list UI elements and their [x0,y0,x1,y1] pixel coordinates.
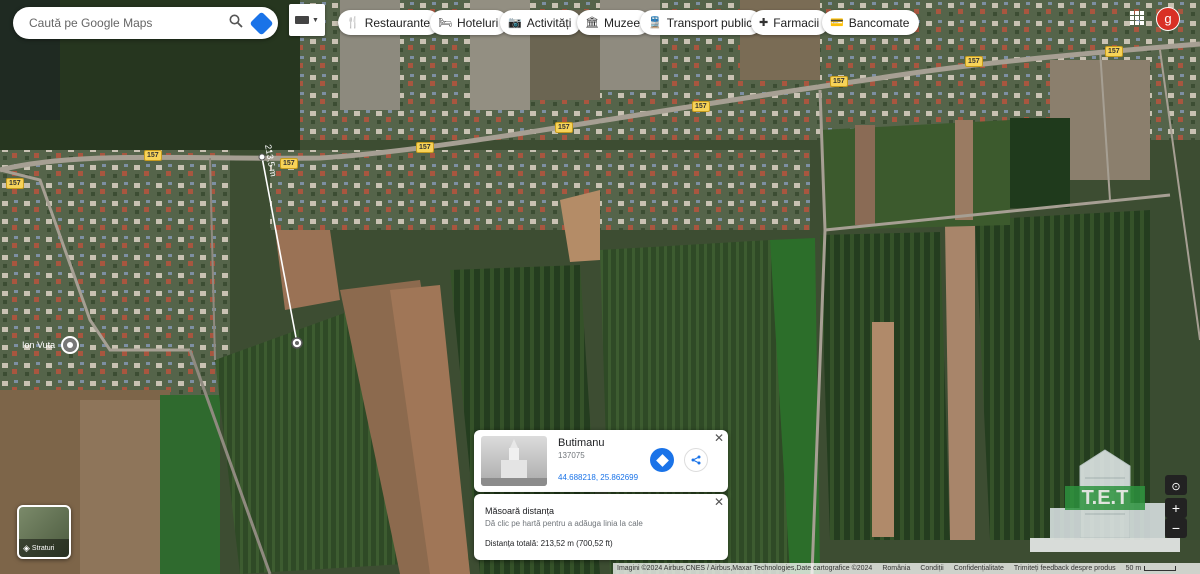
share-icon [691,455,701,465]
road-label: 157 [965,56,983,67]
road-label: 157 [830,76,848,87]
place-thumbnail[interactable] [481,436,547,486]
layers-button[interactable]: ◈ Straturi [17,505,71,559]
privacy-link[interactable]: Confidențialitate [954,565,1004,572]
road-label: 157 [555,122,573,133]
feedback-link[interactable]: Trimiteți feedback despre produs [1014,565,1116,572]
chip-hotel[interactable]: 🛏 Hoteluri [430,10,509,35]
apps-grid-icon[interactable] [1130,11,1144,25]
chip-restaurant[interactable]: 🍴 Restaurante [338,10,441,35]
atm-icon: 💳 [830,17,844,29]
account-avatar[interactable]: g [1156,7,1180,31]
terms-link[interactable]: Condiții [920,565,943,572]
input-tools-button[interactable]: ▼ [289,4,325,36]
scale-bar[interactable]: 50 m [1126,565,1177,572]
share-button[interactable] [684,448,708,472]
search-input[interactable]: Caută pe Google Maps [29,16,229,30]
close-icon[interactable]: ✕ [714,495,724,509]
keyboard-icon [295,16,310,24]
scale-label: 50 m [1125,565,1142,572]
chip-label: Farmacii [773,15,820,30]
church-icon [481,439,547,486]
attribution-text: Imagini ©2024 Airbus,CNES / Airbus,Maxar… [617,565,873,572]
watermark-text: T.E.T [1081,487,1129,509]
search-box[interactable]: Caută pe Google Maps [13,7,278,39]
camera-icon: 📷 [508,17,522,29]
museum-icon: 🏛 [585,17,599,29]
chevron-down-icon: ▼ [312,16,319,24]
road-label: 157 [280,158,298,169]
road-label: 157 [144,150,162,161]
chip-pharmacy[interactable]: ✚ Farmacii [751,10,830,35]
chip-label: Activități [526,15,572,30]
pharmacy-icon: ✚ [759,17,769,29]
chip-camera[interactable]: 📷 Activități [500,10,582,35]
chip-label: Bancomate [848,15,910,30]
hotel-icon: 🛏 [438,17,452,29]
measure-distance-card[interactable]: Măsoară distanța Dă clic pe hartă pentru… [474,494,728,560]
chip-label: Hoteluri [456,15,499,30]
directions-button[interactable] [650,448,674,472]
place-card[interactable]: Butimanu 137075 44.688218, 25.862699 ✕ [474,430,728,492]
road-label: 157 [1105,46,1123,57]
place-postal-code: 137075 [558,451,585,460]
place-title[interactable]: Butimanu [558,437,604,449]
restaurant-icon: 🍴 [346,17,360,29]
chip-label: Muzee [603,15,640,30]
measure-title: Măsoară distanța [485,506,555,516]
layers-label: Straturi [31,544,55,552]
chip-atm[interactable]: 💳 Bancomate [822,10,920,35]
country-link[interactable]: România [882,565,910,572]
directions-icon[interactable] [249,10,274,36]
map-footer: Imagini ©2024 Airbus,CNES / Airbus,Maxar… [613,563,1200,574]
watermark-logo: T.E.T [1030,448,1180,558]
chip-transit[interactable]: 🚆 Transport public [640,10,763,35]
measure-total: Distanța totală: 213,52 m (700,52 ft) [485,539,613,548]
transit-icon: 🚆 [648,17,662,29]
poi-label: Ion Vuta [22,340,55,350]
road-label: 157 [416,142,434,153]
layers-icon: ◈ [23,542,30,553]
search-icon[interactable] [229,14,243,32]
chip-label: Restaurante [364,15,431,30]
place-coords[interactable]: 44.688218, 25.862699 [558,473,638,482]
close-icon[interactable]: ✕ [714,431,724,445]
road-label: 157 [6,178,24,189]
account-initial: g [1164,11,1172,26]
road-label: 157 [692,101,710,112]
chip-label: Transport public [666,15,753,30]
directions-arrow-icon [655,453,669,467]
measure-hint: Dă clic pe hartă pentru a adăuga linia l… [485,519,643,528]
